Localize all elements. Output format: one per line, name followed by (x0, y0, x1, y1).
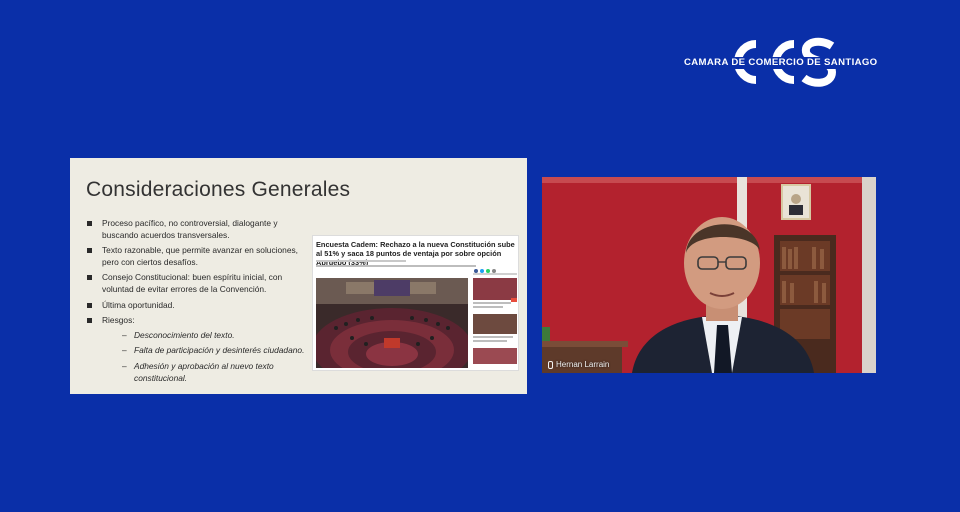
bullet-square-icon (87, 248, 92, 254)
participant-name: Hernan Larrain (556, 360, 610, 369)
microphone-icon (548, 360, 553, 369)
bullet-item: Texto razonable, que permite avanzar en … (86, 245, 306, 268)
risk-item: – Falta de participación y desinterés ciu… (122, 345, 305, 356)
news-sidebar (473, 273, 517, 364)
bullet-square-icon (87, 221, 92, 226)
bullet-square-icon (87, 275, 92, 281)
news-clipping: Encuesta Cadem: Rechazo a la nueva Const… (312, 235, 519, 371)
bullet-item: Última oportunidad. (86, 300, 306, 312)
ccs-logo: CAMARA DE COMERCIO DE SANTIAGO (684, 36, 878, 90)
risk-item: – Desconocimiento del texto. (122, 329, 235, 340)
bullet-square-icon (87, 302, 92, 308)
bullet-item: Proceso pacífico, no controversial, dial… (86, 218, 306, 241)
risk-item: – Adhesión y aprobación al nuevo texto co… (122, 360, 274, 383)
participant-video: Hernan Larrain (542, 177, 876, 373)
slide-title: Consideraciones Generales (86, 178, 351, 201)
news-meta-line (316, 260, 406, 264)
video-frame (542, 177, 876, 373)
slide-bullet-list: Proceso pacífico, no controversial, dial… (86, 218, 306, 388)
bullet-item-risks: Riesgos: – Desconocimiento del texto. – Fa… (86, 315, 306, 384)
bullet-item: Consejo Constitucional: buen espíritu in… (86, 272, 306, 295)
news-lead-line (316, 265, 476, 270)
bullet-square-icon (87, 318, 92, 324)
ccs-logo-text: CAMARA DE COMERCIO DE SANTIAGO (684, 57, 878, 69)
risks-sublist: – Desconocimiento del texto. – Falta de pa… (102, 330, 306, 384)
congress-photo (316, 278, 468, 368)
shared-slide: Consideraciones Generales Proceso pacífi… (70, 158, 527, 394)
participant-name-tag: Hernan Larrain (548, 360, 609, 369)
